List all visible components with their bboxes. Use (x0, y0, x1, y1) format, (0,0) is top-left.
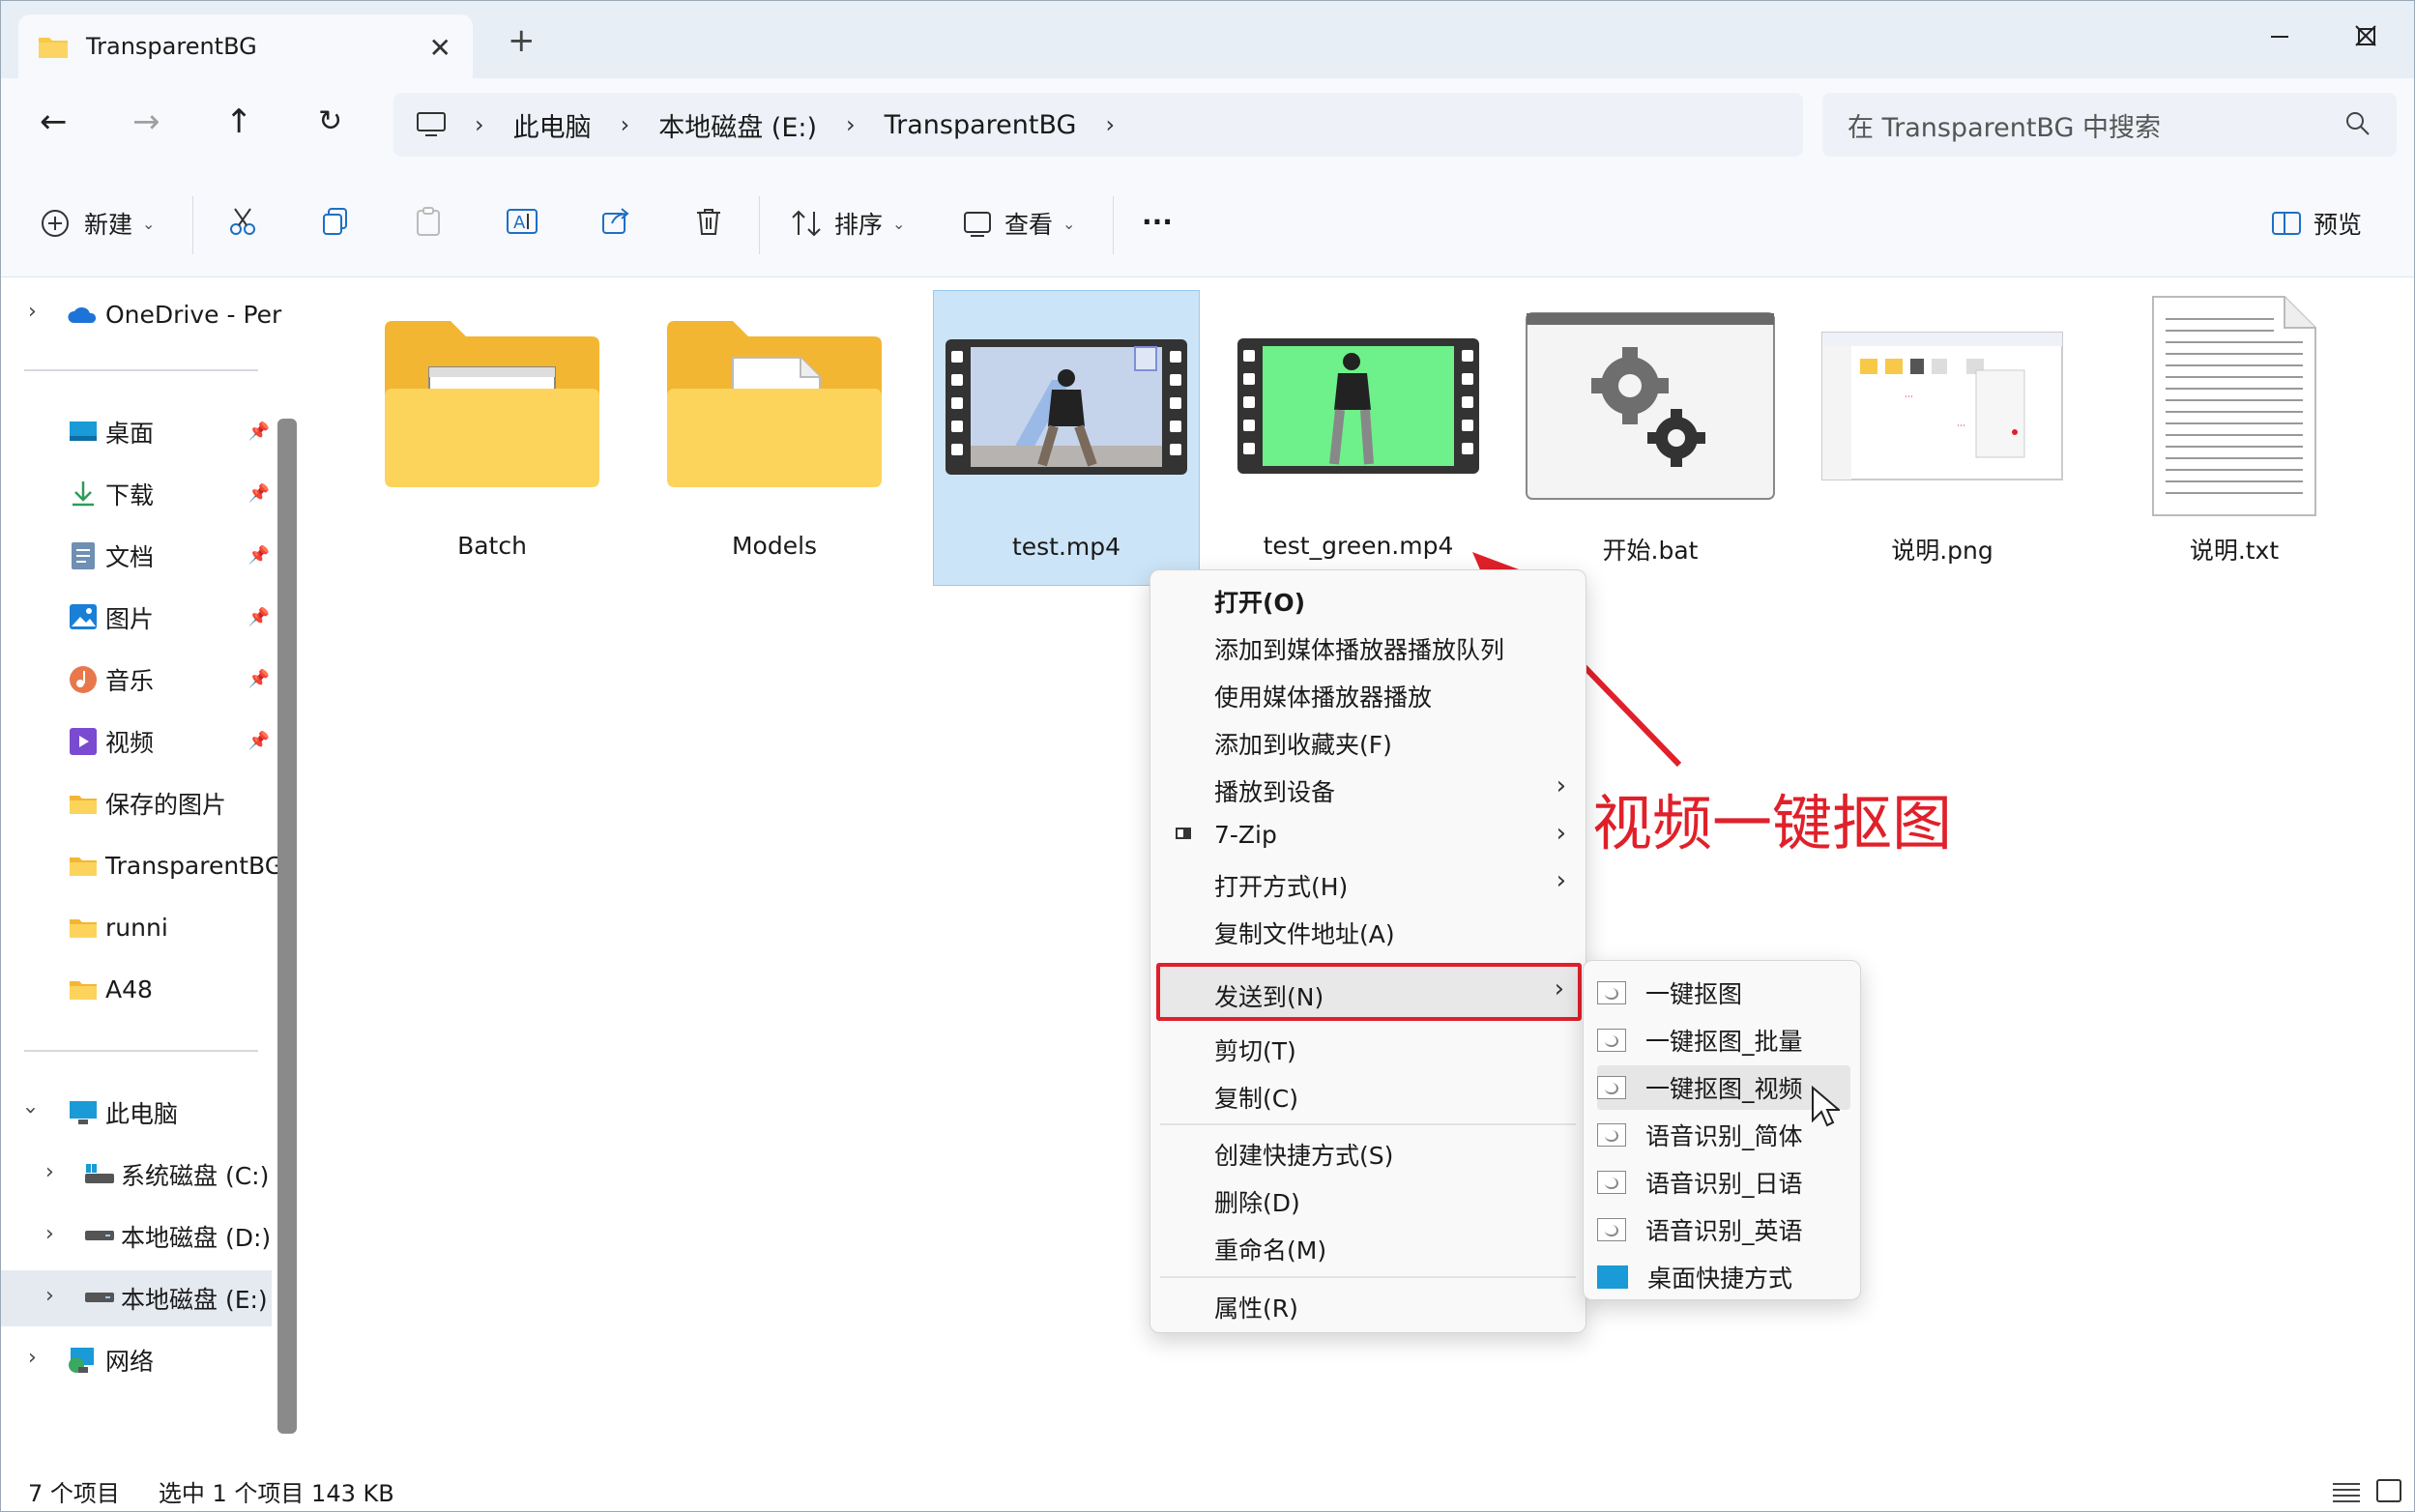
menu-item-cast[interactable]: 播放到设备 (1214, 773, 1335, 808)
menu-item-play-media[interactable]: 使用媒体播放器播放 (1214, 679, 1432, 713)
menu-item-properties[interactable]: 属性(R) (1214, 1290, 1298, 1324)
submenu-item-label: 语音识别_英语 (1645, 1217, 1803, 1245)
mouse-cursor-icon (1812, 1086, 1840, 1127)
submenu-item-cutout[interactable]: 一键抠图 (1597, 971, 1850, 1015)
context-menu: 打开(O) 添加到媒体播放器播放队列 使用媒体播放器播放 添加到收藏夹(F) 播… (1149, 569, 1586, 1333)
menu-item-copy[interactable]: 复制(C) (1214, 1080, 1298, 1115)
menu-item-rename[interactable]: 重命名(M) (1214, 1232, 1326, 1266)
menu-item-cut[interactable]: 剪切(T) (1214, 1032, 1296, 1067)
menu-item-add-to-queue[interactable]: 添加到媒体播放器播放队列 (1214, 631, 1504, 666)
chevron-right-icon: › (1556, 819, 1566, 848)
send-to-label: 发送到(N) (1214, 983, 1324, 1011)
menu-item-open[interactable]: 打开(O) (1214, 584, 1305, 619)
menu-item-send-to[interactable]: 发送到(N) › (1156, 963, 1582, 1021)
menu-item-7zip[interactable]: 7-Zip (1214, 821, 1277, 849)
7zip-icon (1176, 828, 1191, 839)
chevron-right-icon: › (1556, 771, 1566, 800)
explorer-window: TransparentBG ✕ + ← → ↑ ↻ › 此电脑 › 本地磁盘 (… (0, 0, 2415, 1512)
shortcut-icon (1597, 1076, 1626, 1099)
shortcut-icon (1597, 1171, 1626, 1194)
menu-item-delete[interactable]: 删除(D) (1214, 1184, 1300, 1219)
submenu-item-label: 语音识别_简体 (1645, 1122, 1803, 1150)
submenu-item-label: 一键抠图_批量 (1645, 1028, 1803, 1056)
desktop-icon (1597, 1265, 1628, 1289)
menu-separator (1160, 1276, 1576, 1278)
shortcut-icon (1597, 981, 1626, 1004)
submenu-item-label: 一键抠图_视频 (1645, 1075, 1803, 1103)
chevron-right-icon: › (1556, 866, 1566, 895)
details-view-icon[interactable] (2331, 1478, 2362, 1503)
submenu-item-asr-japanese[interactable]: 语音识别_日语 (1597, 1160, 1850, 1205)
menu-item-add-favorites[interactable]: 添加到收藏夹(F) (1214, 726, 1392, 761)
shortcut-icon (1597, 1029, 1626, 1052)
tiles-view-icon[interactable] (2375, 1478, 2402, 1503)
menu-item-create-shortcut[interactable]: 创建快捷方式(S) (1214, 1137, 1393, 1172)
shortcut-icon (1597, 1123, 1626, 1147)
submenu-item-desktop-shortcut[interactable]: 桌面快捷方式 (1597, 1255, 1850, 1299)
selection-info: 选中 1 个项目 143 KB (158, 1479, 394, 1507)
submenu-item-label: 语音识别_日语 (1645, 1170, 1803, 1198)
submenu-item-label: 桌面快捷方式 (1647, 1265, 1793, 1293)
send-to-submenu: 一键抠图 一键抠图_批量 一键抠图_视频 语音识别_简体 语音识别_日语 语音识… (1583, 960, 1861, 1300)
status-bar: 7 个项目 选中 1 个项目 143 KB (1, 1468, 2414, 1511)
menu-separator (1160, 1123, 1576, 1125)
close-window-icon[interactable] (2353, 23, 2378, 48)
item-count: 7 个项目 (28, 1479, 120, 1507)
submenu-item-label: 一键抠图 (1645, 980, 1743, 1008)
menu-item-copy-path[interactable]: 复制文件地址(A) (1214, 916, 1395, 950)
submenu-item-asr-english[interactable]: 语音识别_英语 (1597, 1207, 1850, 1252)
annotation-label: 视频一键抠图 (1592, 788, 1953, 858)
chevron-right-icon: › (1554, 974, 1564, 1003)
submenu-item-cutout-batch[interactable]: 一键抠图_批量 (1597, 1018, 1850, 1062)
menu-item-open-with[interactable]: 打开方式(H) (1214, 868, 1348, 903)
shortcut-icon (1597, 1218, 1626, 1241)
